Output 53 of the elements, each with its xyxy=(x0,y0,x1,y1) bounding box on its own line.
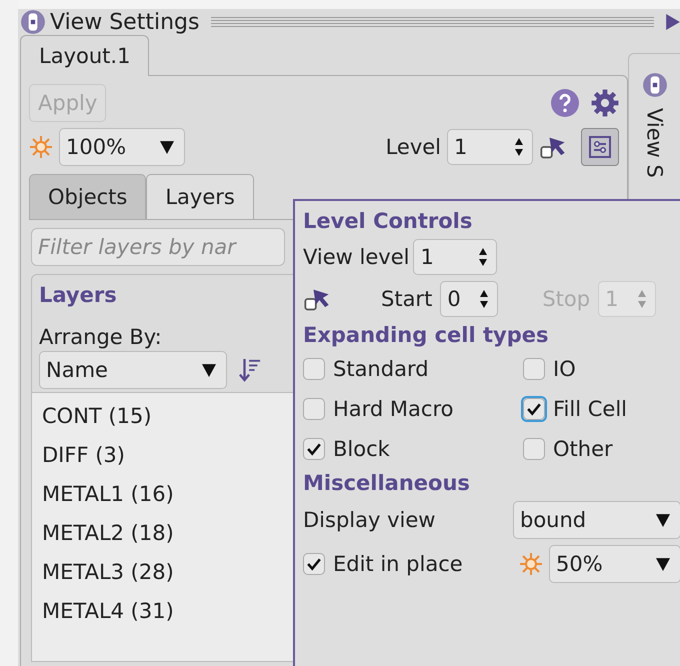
caret-icon xyxy=(656,513,670,527)
spin-arrows-icon[interactable] xyxy=(514,136,524,158)
spin-arrows-icon[interactable] xyxy=(478,246,488,268)
start-spinbox[interactable]: 0 xyxy=(440,281,498,317)
checkbox-label: Fill Cell xyxy=(553,397,627,421)
expand-arrow-icon[interactable] xyxy=(666,14,680,30)
start-label: Start xyxy=(381,287,432,311)
sliders-icon xyxy=(588,135,612,159)
help-icon[interactable] xyxy=(551,89,579,117)
checkbox-label: Edit in place xyxy=(333,552,463,576)
checkbox[interactable] xyxy=(303,553,325,575)
checkbox-label: Other xyxy=(553,437,613,461)
checkmark-icon xyxy=(307,557,321,571)
checkmark-icon xyxy=(527,402,541,416)
view-level-spinbox[interactable]: 1 xyxy=(413,239,498,275)
panel-tab[interactable]: Layers xyxy=(146,174,254,219)
opacity-dropdown[interactable]: 50% xyxy=(549,545,680,583)
checkbox-label: Hard Macro xyxy=(333,397,454,421)
arrange-label: Arrange By: xyxy=(39,325,162,349)
display-view-dropdown[interactable]: bound xyxy=(513,501,680,539)
checkbox-label: Standard xyxy=(333,357,429,381)
dock-title: View Settings xyxy=(50,10,200,34)
checkbox[interactable] xyxy=(303,358,325,380)
checkbox-label: IO xyxy=(553,357,576,381)
zoom-dropdown[interactable]: 100% xyxy=(59,128,185,166)
checkbox[interactable] xyxy=(523,438,545,460)
filter-field[interactable]: Filter layers by nar xyxy=(31,228,285,266)
section-title: Level Controls xyxy=(303,209,474,233)
caret-icon xyxy=(656,557,670,571)
sun-icon xyxy=(29,135,53,159)
document-tab[interactable]: Layout.1 xyxy=(20,35,150,76)
sun-icon xyxy=(519,552,543,576)
level-spinbox[interactable]: 1 xyxy=(447,129,533,165)
view-level-label: View level xyxy=(303,245,410,269)
settings-icon[interactable] xyxy=(591,89,619,117)
spin-arrows-icon[interactable] xyxy=(479,288,490,310)
caret-icon xyxy=(202,363,216,377)
dock-icon xyxy=(642,72,668,98)
panel-tab[interactable]: Objects xyxy=(29,174,146,219)
level-label: Level xyxy=(386,135,441,159)
checkbox-label: Block xyxy=(333,437,390,461)
section-title: Miscellaneous xyxy=(303,471,471,495)
section-title: Expanding cell types xyxy=(303,323,550,347)
arrange-dropdown[interactable]: Name xyxy=(39,351,227,389)
caret-icon xyxy=(160,140,174,154)
group-title: Layers xyxy=(39,283,117,307)
display-view-label: Display view xyxy=(303,508,436,532)
checkbox[interactable] xyxy=(303,438,325,460)
checkbox[interactable] xyxy=(303,398,325,420)
sort-icon[interactable] xyxy=(239,356,261,384)
level-controls-button[interactable] xyxy=(581,128,619,166)
checkbox[interactable] xyxy=(523,358,545,380)
checkmark-icon xyxy=(307,442,321,456)
